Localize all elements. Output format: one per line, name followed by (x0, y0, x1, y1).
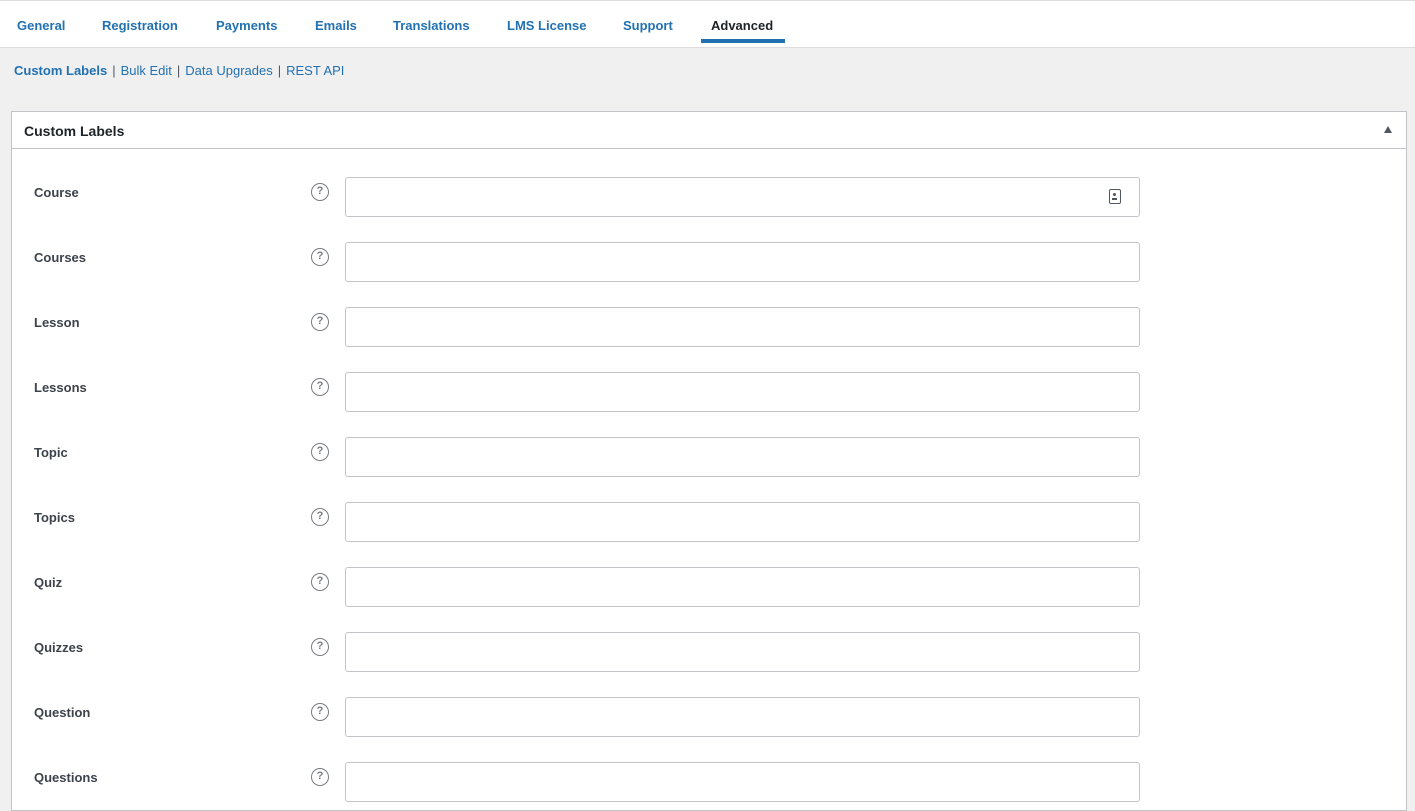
help-icon[interactable]: ? (311, 248, 329, 266)
help-icon[interactable]: ? (311, 183, 329, 201)
field-label: Topics (34, 510, 75, 525)
quiz-label-input[interactable] (345, 567, 1140, 607)
topic-label-input[interactable] (345, 437, 1140, 477)
subnav-rest-api[interactable]: REST API (286, 63, 344, 78)
tab-translations[interactable]: Translations (393, 1, 470, 45)
topics-label-input[interactable] (345, 502, 1140, 542)
tab-lms-license[interactable]: LMS License (507, 1, 586, 45)
active-tab-indicator (701, 39, 785, 43)
help-icon[interactable]: ? (311, 573, 329, 591)
tab-registration[interactable]: Registration (102, 1, 178, 45)
field-label: Course (34, 185, 79, 200)
subnav-bulk-edit[interactable]: Bulk Edit (121, 63, 172, 78)
subnav-custom-labels[interactable]: Custom Labels (14, 63, 107, 78)
tab-emails[interactable]: Emails (315, 1, 357, 45)
custom-labels-panel: Custom Labels Course ? Courses ? Lesson … (11, 111, 1407, 811)
panel-title: Custom Labels (24, 123, 125, 139)
tab-payments[interactable]: Payments (216, 1, 277, 45)
help-icon[interactable]: ? (311, 768, 329, 786)
field-label: Question (34, 705, 91, 720)
subnav-separator: | (176, 63, 181, 78)
field-row-topics: Topics ? (12, 502, 1406, 542)
help-icon[interactable]: ? (311, 638, 329, 656)
field-label: Quizzes (34, 640, 84, 655)
lesson-label-input[interactable] (345, 307, 1140, 347)
subnav-separator: | (112, 63, 116, 78)
settings-tab-bar: General Registration Payments Emails Tra… (0, 0, 1415, 48)
panel-header[interactable]: Custom Labels (12, 112, 1406, 149)
help-icon[interactable]: ? (311, 378, 329, 396)
advanced-subnav: Custom Labels | Bulk Edit | Data Upgrades | RE… (14, 63, 344, 81)
tab-general[interactable]: General (17, 1, 65, 45)
field-row-topic: Topic ? (12, 437, 1406, 477)
courses-label-input[interactable] (345, 242, 1140, 282)
collapse-toggle-icon[interactable] (1384, 126, 1392, 133)
field-row-lessons: Lessons ? (12, 372, 1406, 412)
tab-support[interactable]: Support (623, 1, 673, 45)
subnav-data-upgrades[interactable]: Data Upgrades (185, 63, 272, 78)
field-row-quiz: Quiz ? (12, 567, 1406, 607)
subnav-separator: | (277, 63, 282, 78)
field-row-lesson: Lesson ? (12, 307, 1406, 347)
field-label: Courses (34, 250, 87, 265)
help-icon[interactable]: ? (311, 703, 329, 721)
contact-card-icon[interactable] (1109, 189, 1121, 204)
field-label: Questions (34, 770, 98, 785)
field-label: Topic (34, 445, 68, 460)
question-label-input[interactable] (345, 697, 1140, 737)
questions-label-input[interactable] (345, 762, 1140, 802)
field-label: Quiz (34, 575, 63, 590)
course-label-input[interactable] (345, 177, 1140, 217)
field-row-question: Question ? (12, 697, 1406, 737)
help-icon[interactable]: ? (311, 508, 329, 526)
field-row-questions: Questions ? (12, 762, 1406, 802)
lessons-label-input[interactable] (345, 372, 1140, 412)
help-icon[interactable]: ? (311, 443, 329, 461)
field-row-quizzes: Quizzes ? (12, 632, 1406, 672)
quizzes-label-input[interactable] (345, 632, 1140, 672)
field-label: Lessons (34, 380, 87, 395)
help-icon[interactable]: ? (311, 313, 329, 331)
field-row-course: Course ? (12, 177, 1406, 217)
field-label: Lesson (34, 315, 80, 330)
field-row-courses: Courses ? (12, 242, 1406, 282)
